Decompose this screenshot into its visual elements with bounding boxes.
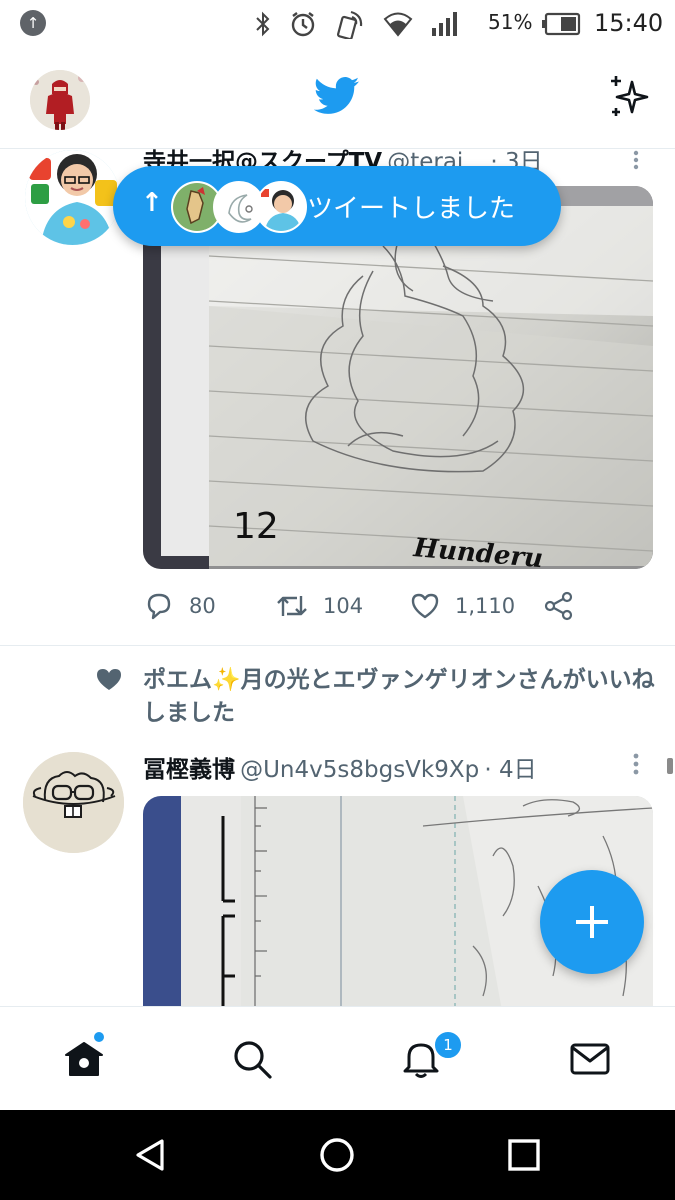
upload-notification-icon: ↑: [20, 10, 46, 36]
battery-percent: 51%: [488, 10, 533, 34]
nfc-icon: [336, 10, 363, 39]
author-name[interactable]: 冨樫義博: [143, 757, 235, 783]
status-icons: [255, 9, 459, 39]
tweet-header: 冨樫義博 @Un4v5s8bgsVk9Xp · 4日: [143, 750, 537, 784]
bottom-navigation: 1: [0, 1006, 675, 1111]
liked-heart-icon: [97, 669, 121, 690]
heart-icon: [411, 593, 439, 619]
author-drawing-avatar: [23, 752, 124, 853]
search-icon: [234, 1041, 272, 1079]
reply-icon: [147, 593, 171, 620]
nav-home[interactable]: [0, 1007, 168, 1111]
recents-icon[interactable]: [507, 1138, 541, 1172]
scrollbar-thumb[interactable]: [667, 758, 673, 774]
retweet-count: 104: [323, 594, 364, 618]
tweet-author-avatar[interactable]: [25, 150, 120, 245]
twitter-bird-icon[interactable]: [314, 76, 360, 116]
like-count: 1,110: [455, 594, 516, 618]
sparkle-icon[interactable]: [606, 74, 652, 120]
wifi-icon: [383, 12, 413, 37]
sketch-number: 12: [233, 506, 279, 547]
clock: 15:40: [594, 9, 664, 37]
battery-icon: [542, 12, 581, 36]
home-icon: [65, 1042, 103, 1076]
profile-avatar[interactable]: [30, 70, 90, 130]
bluetooth-icon: [256, 11, 270, 37]
alarm-icon: [291, 12, 315, 37]
more-options-icon[interactable]: [628, 752, 644, 776]
pill-avatar: [255, 181, 307, 233]
author-handle[interactable]: @Un4v5s8bgsVk9Xp: [240, 757, 479, 783]
status-bar: ↑ 51% 15:40: [0, 0, 675, 48]
arrow-up-icon: ↑: [141, 188, 163, 218]
android-navigation-bar: [0, 1110, 675, 1200]
nav-messages[interactable]: [506, 1007, 674, 1111]
home-circle-icon[interactable]: [318, 1136, 356, 1174]
reply-button[interactable]: 80: [143, 590, 216, 622]
notification-badge: 1: [433, 1030, 463, 1060]
messages-icon: [570, 1043, 610, 1075]
top-header: [0, 48, 675, 149]
like-button[interactable]: 1,110: [409, 590, 515, 622]
social-context-text: ポエム✨月の光とエヴァンゲリオンさんがいいねしました: [143, 667, 655, 726]
retweet-icon: [277, 596, 307, 616]
new-tweets-label: ツイートしました: [307, 194, 516, 224]
plus-icon: [576, 906, 608, 938]
tweet-divider: [0, 645, 675, 646]
back-icon[interactable]: [132, 1137, 168, 1173]
reply-count: 80: [189, 594, 216, 618]
nav-notifications[interactable]: [337, 1007, 505, 1111]
compose-tweet-button[interactable]: [540, 870, 644, 974]
tweet-actions: 80 104 1,110: [143, 590, 663, 624]
nav-search[interactable]: [168, 1007, 336, 1111]
more-options-icon[interactable]: [628, 150, 644, 170]
tweet-time[interactable]: · 4日: [484, 757, 536, 783]
author-photo: [25, 150, 120, 245]
new-tweets-pill[interactable]: ↑ ツイートしました: [113, 166, 561, 246]
retweet-button[interactable]: 104: [275, 590, 363, 622]
ninja-avatar-image: [30, 70, 90, 130]
share-icon[interactable]: [543, 590, 575, 622]
tweet-author-avatar[interactable]: [23, 752, 124, 853]
home-unread-dot: [94, 1032, 104, 1042]
signal-icon: [432, 12, 457, 36]
